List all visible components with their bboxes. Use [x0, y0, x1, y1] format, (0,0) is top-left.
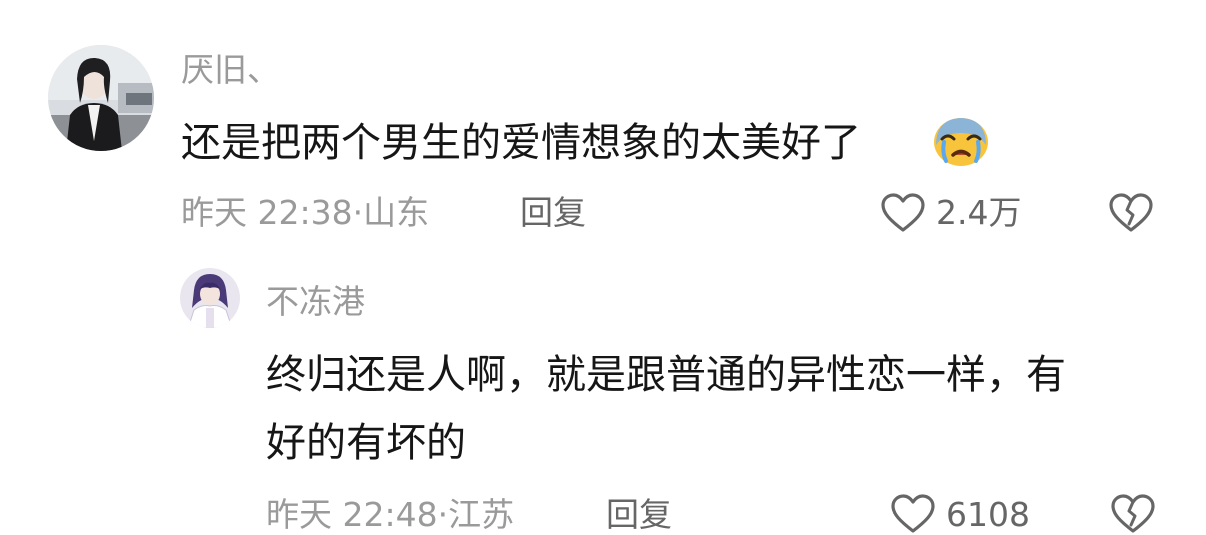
heart-icon[interactable]: [880, 192, 926, 234]
comment-username[interactable]: 厌旧、: [181, 50, 280, 90]
like-count: 2.4万: [936, 193, 1022, 232]
comment-location: 山东: [363, 193, 430, 232]
avatar[interactable]: [48, 45, 154, 151]
reply-text-line2: 好的有坏的: [266, 420, 466, 466]
reply-button[interactable]: 回复: [520, 193, 586, 233]
reply-avatar[interactable]: [180, 268, 240, 328]
broken-heart-icon[interactable]: [1108, 192, 1154, 234]
reply-text-line1: 终归还是人啊，就是跟普通的异性恋一样，有: [266, 352, 1066, 398]
reply-time: 昨天 22:48: [266, 495, 438, 534]
reply-location: 江苏: [448, 495, 515, 534]
crying-face-emoji-icon: [934, 118, 988, 166]
meta-separator: ·: [352, 193, 364, 232]
comment-meta: 昨天 22:38·山东: [181, 193, 429, 233]
reply-reply-button[interactable]: 回复: [606, 495, 672, 535]
heart-icon[interactable]: [890, 493, 936, 535]
meta-separator: ·: [437, 495, 449, 534]
reply-like-count: 6108: [946, 495, 1030, 534]
reply-username[interactable]: 不冻港: [266, 282, 365, 322]
reply-meta: 昨天 22:48·江苏: [266, 495, 514, 535]
comment-text-body: 还是把两个男生的爱情想象的太美好了: [181, 120, 861, 166]
comment-time: 昨天 22:38: [181, 193, 353, 232]
broken-heart-icon[interactable]: [1110, 493, 1156, 535]
comment-text: 还是把两个男生的爱情想象的太美好了: [181, 118, 861, 168]
